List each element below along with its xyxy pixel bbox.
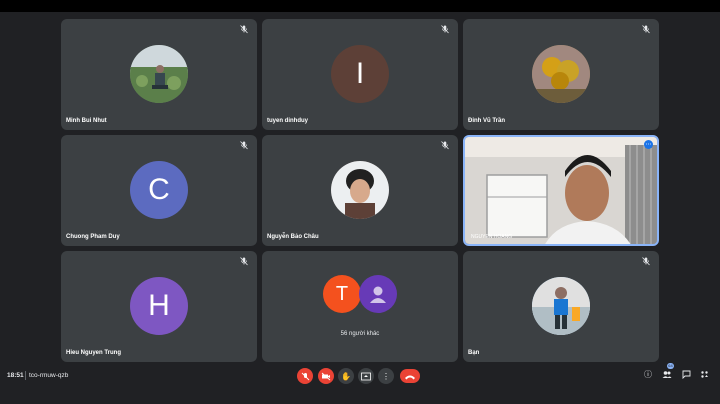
- divider: [25, 371, 26, 380]
- avatar-letter: H: [148, 289, 170, 322]
- mic-off-icon[interactable]: [297, 368, 313, 384]
- mic-off-icon: [641, 257, 651, 267]
- bottom-control-bar: 18:51 tco-rmuw-qzb ✋ ⋮ ⓘ 64: [0, 362, 720, 404]
- mic-off-icon: [239, 141, 249, 151]
- mic-off-icon: [440, 141, 450, 151]
- avatar: C: [130, 161, 188, 219]
- participant-name: Nguyễn Bảo Châu: [267, 234, 319, 240]
- top-black-bar: [0, 0, 720, 12]
- options-icon[interactable]: ⋯: [644, 140, 653, 149]
- participant-tile[interactable]: H Hieu Nguyen Trung: [61, 251, 257, 362]
- others-count-label: 56 người khác: [340, 331, 380, 337]
- avatar-letter: C: [148, 173, 170, 206]
- avatar: [532, 45, 590, 103]
- participant-name: Bạn: [468, 350, 480, 356]
- mic-off-icon: [239, 257, 249, 267]
- mic-off-icon: [641, 25, 651, 35]
- participant-video: NGUYEN HOANG ⋯: [465, 137, 657, 244]
- chat-icon[interactable]: [681, 370, 691, 380]
- avatar: [532, 277, 590, 335]
- end-call-icon[interactable]: [400, 369, 420, 383]
- mic-off-icon: [239, 25, 249, 35]
- participant-name: tuyen dinhduy: [267, 118, 308, 124]
- participant-tile[interactable]: I tuyen dinhduy: [262, 19, 458, 130]
- camera-off-icon[interactable]: [318, 368, 334, 384]
- meeting-code: tco-rmuw-qzb: [29, 372, 69, 379]
- people-count-badge: 64: [667, 363, 674, 369]
- participant-name: NGUYEN HOANG: [471, 234, 513, 240]
- participant-video-tile[interactable]: NGUYEN HOANG ⋯: [463, 135, 659, 246]
- participant-name: Hieu Nguyen Trung: [66, 350, 122, 356]
- people-icon[interactable]: [662, 370, 672, 380]
- participant-tile[interactable]: Nguyễn Bảo Châu: [262, 135, 458, 246]
- participant-tile[interactable]: Đinh Vũ Trần: [463, 19, 659, 130]
- participant-name: Chuong Pham Duy: [66, 234, 120, 240]
- avatar: [130, 45, 188, 103]
- more-icon[interactable]: ⋮: [378, 368, 394, 384]
- avatar: [331, 161, 389, 219]
- participant-tile[interactable]: Minh Bui Nhut: [61, 19, 257, 130]
- self-tile[interactable]: Bạn: [463, 251, 659, 362]
- mic-off-icon: [440, 25, 450, 35]
- participant-tile[interactable]: C Chuong Pham Duy: [61, 135, 257, 246]
- person-icon: [359, 275, 397, 313]
- participant-name: Minh Bui Nhut: [66, 118, 107, 124]
- avatar-letter: T: [335, 282, 349, 305]
- participant-name: Đinh Vũ Trần: [468, 118, 506, 124]
- meeting-time: 18:51: [7, 372, 24, 379]
- avatar: H: [130, 277, 188, 335]
- hand-icon[interactable]: ✋: [338, 368, 354, 384]
- activities-icon[interactable]: [699, 370, 709, 380]
- avatar: I: [331, 45, 389, 103]
- present-icon[interactable]: [358, 368, 374, 384]
- others-tile[interactable]: T 56 người khác: [262, 251, 458, 362]
- avatar: T: [323, 275, 361, 313]
- info-icon[interactable]: ⓘ: [643, 370, 653, 380]
- avatar-letter: I: [355, 57, 365, 90]
